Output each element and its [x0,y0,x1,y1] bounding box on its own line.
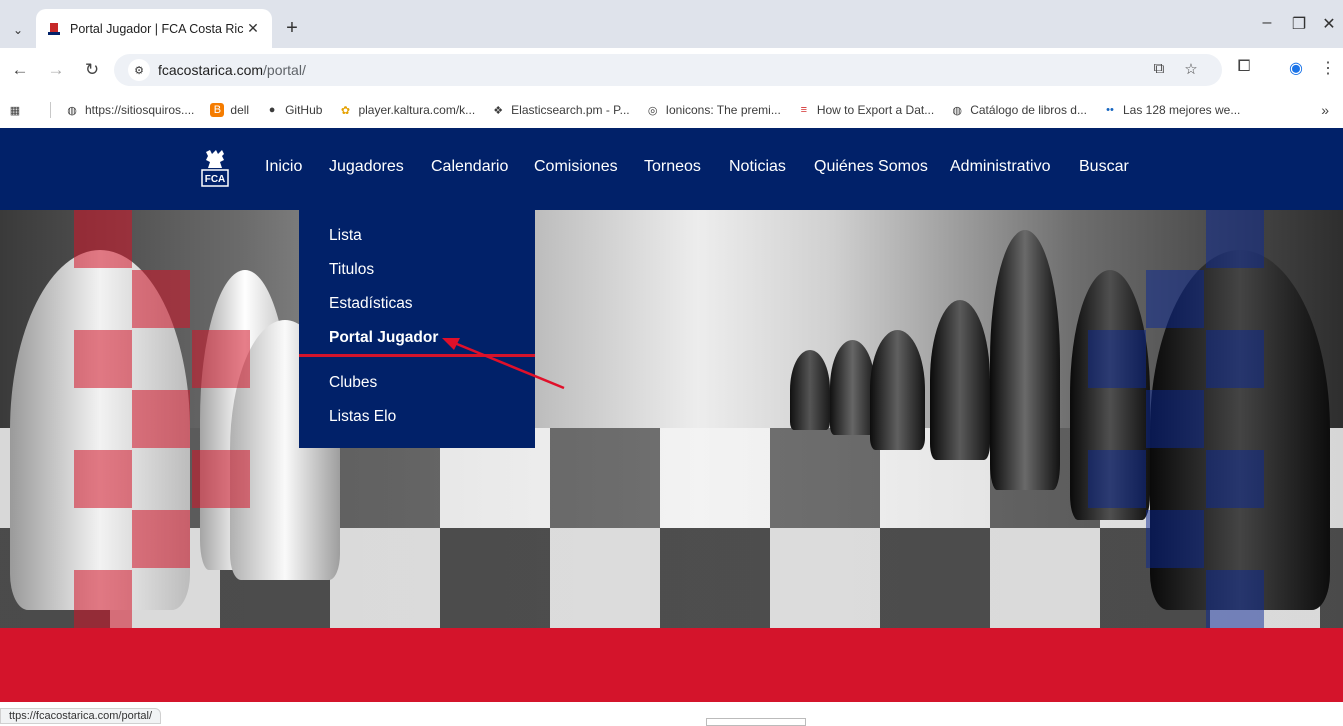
close-window-button[interactable]: ✕ [1314,14,1343,34]
tab-close-icon[interactable]: ✕ [244,20,262,37]
bookmarks-separator [50,102,51,118]
blue-square [1146,390,1204,448]
blue-square [1206,570,1264,628]
red-square [74,450,132,508]
black-queen-piece [930,300,990,460]
bookmark-item[interactable]: •• Las 128 mejores we... [1103,103,1240,117]
jugadores-dropdown-menu: Lista Titulos Estadísticas Portal Jugado… [299,210,535,448]
blue-square [1206,450,1264,508]
minimize-button[interactable]: – [1252,14,1282,32]
chess-favicon-icon [46,21,62,37]
tab-active[interactable]: Portal Jugador | FCA Costa Rica ✕ [36,9,272,48]
blogger-icon: B [210,103,225,117]
tab-strip: ⌄ Portal Jugador | FCA Costa Rica ✕ + – … [0,0,1343,48]
ionicons-icon: ◎ [647,104,658,117]
partial-input-box[interactable] [706,718,806,726]
menu-item-lista[interactable]: Lista [299,224,535,258]
bookmark-item[interactable]: Bdell [210,103,249,117]
flag-icon: ≡ [800,104,808,116]
apps-icon[interactable]: ▦ [8,103,28,117]
black-pawn-piece [830,340,875,435]
translate-icon[interactable]: ⧉ [1148,60,1170,77]
globe-icon: ◍ [67,104,77,117]
back-icon[interactable]: ← [8,58,32,82]
site-info-icon[interactable]: ⚙ [128,59,150,81]
restore-button[interactable]: ❐ [1284,14,1314,34]
bookmarks-bar: ▦ ◍ https://sitiosquiros.... Bdell ● GitHu… [0,92,1343,128]
bookmark-item[interactable]: ≡ How to Export a Dat... [797,103,935,117]
bookmark-item[interactable]: ◍ https://sitiosquiros.... [65,103,194,117]
hero-chess-banner [0,210,1343,628]
red-square [74,570,132,628]
browser-toolbar: ← → ↻ ⚙ fcacostarica.com/portal/ ⧉ ☆ ⧠ ◉… [0,48,1343,92]
annotation-arrow-icon [442,338,565,390]
black-pawn-piece [790,350,830,430]
red-square [132,510,190,568]
extensions-icon[interactable]: ⧠ [1232,58,1256,76]
globe-icon: ◍ [952,104,963,117]
new-tab-button[interactable]: + [280,16,304,40]
blue-square [1206,210,1264,268]
logo-text: FCA [205,174,226,185]
bookmark-item[interactable]: ◍ Catálogo de libros d... [950,103,1087,117]
nav-quienes-somos[interactable]: Quiénes Somos [814,158,928,176]
url-text: fcacostarica.com/portal/ [158,62,306,78]
forward-icon[interactable]: → [44,58,68,82]
blue-square [1088,450,1146,508]
dots-icon: •• [1106,104,1114,116]
menu-icon[interactable]: ⋮ [1316,58,1340,78]
menu-item-titulos[interactable]: Titulos [299,258,535,292]
reload-icon[interactable]: ↻ [80,58,104,82]
black-king-piece [990,230,1060,490]
bookmark-item[interactable]: ✿ player.kaltura.com/k... [338,103,475,117]
menu-item-estadisticas[interactable]: Estadísticas [299,292,535,326]
url-path: /portal/ [263,62,306,78]
nav-administrativo[interactable]: Administrativo [950,158,1050,176]
browser-chrome: ⌄ Portal Jugador | FCA Costa Rica ✕ + – … [0,0,1343,128]
red-square [192,330,250,388]
site-navbar: FCA Inicio Jugadores Calendario Comision… [0,128,1343,210]
nav-noticias[interactable]: Noticias [729,158,786,176]
blue-square [1146,510,1204,568]
blue-square [1088,330,1146,388]
blue-square [1206,330,1264,388]
red-square [74,330,132,388]
bookmark-star-icon[interactable]: ☆ [1180,60,1202,78]
fca-logo[interactable]: FCA [200,148,230,188]
nav-comisiones[interactable]: Comisiones [534,158,618,176]
status-url-tooltip: ttps://fcacostarica.com/portal/ [0,708,162,724]
red-square [132,390,190,448]
bookmark-item[interactable]: ◎ Ionicons: The premi... [646,103,781,117]
red-square [74,210,132,268]
github-icon: ● [268,104,276,116]
red-square [132,270,190,328]
profile-icon[interactable]: ◉ [1284,58,1308,78]
tab-search-icon[interactable]: ⌄ [6,18,30,42]
nav-torneos[interactable]: Torneos [644,158,701,176]
red-banner-strip [0,628,1343,702]
kaltura-icon: ✿ [340,104,351,117]
nav-inicio[interactable]: Inicio [265,158,302,176]
bookmark-item[interactable]: ● GitHub [265,103,323,117]
more-bookmarks-icon[interactable]: » [1321,102,1329,118]
menu-item-listas-elo[interactable]: Listas Elo [299,405,535,439]
blue-square [1146,270,1204,328]
nav-calendario[interactable]: Calendario [431,158,508,176]
black-pawn-piece [870,330,925,450]
red-square [192,450,250,508]
elastic-icon: ❖ [493,104,504,117]
url-host: fcacostarica.com [158,62,264,78]
tab-title: Portal Jugador | FCA Costa Rica [70,21,244,36]
bookmark-item[interactable]: ❖ Elasticsearch.pm - P... [491,103,629,117]
nav-buscar[interactable]: Buscar [1079,158,1129,176]
nav-jugadores[interactable]: Jugadores [329,158,404,176]
address-bar[interactable]: ⚙ fcacostarica.com/portal/ ⧉ ☆ [114,54,1222,86]
